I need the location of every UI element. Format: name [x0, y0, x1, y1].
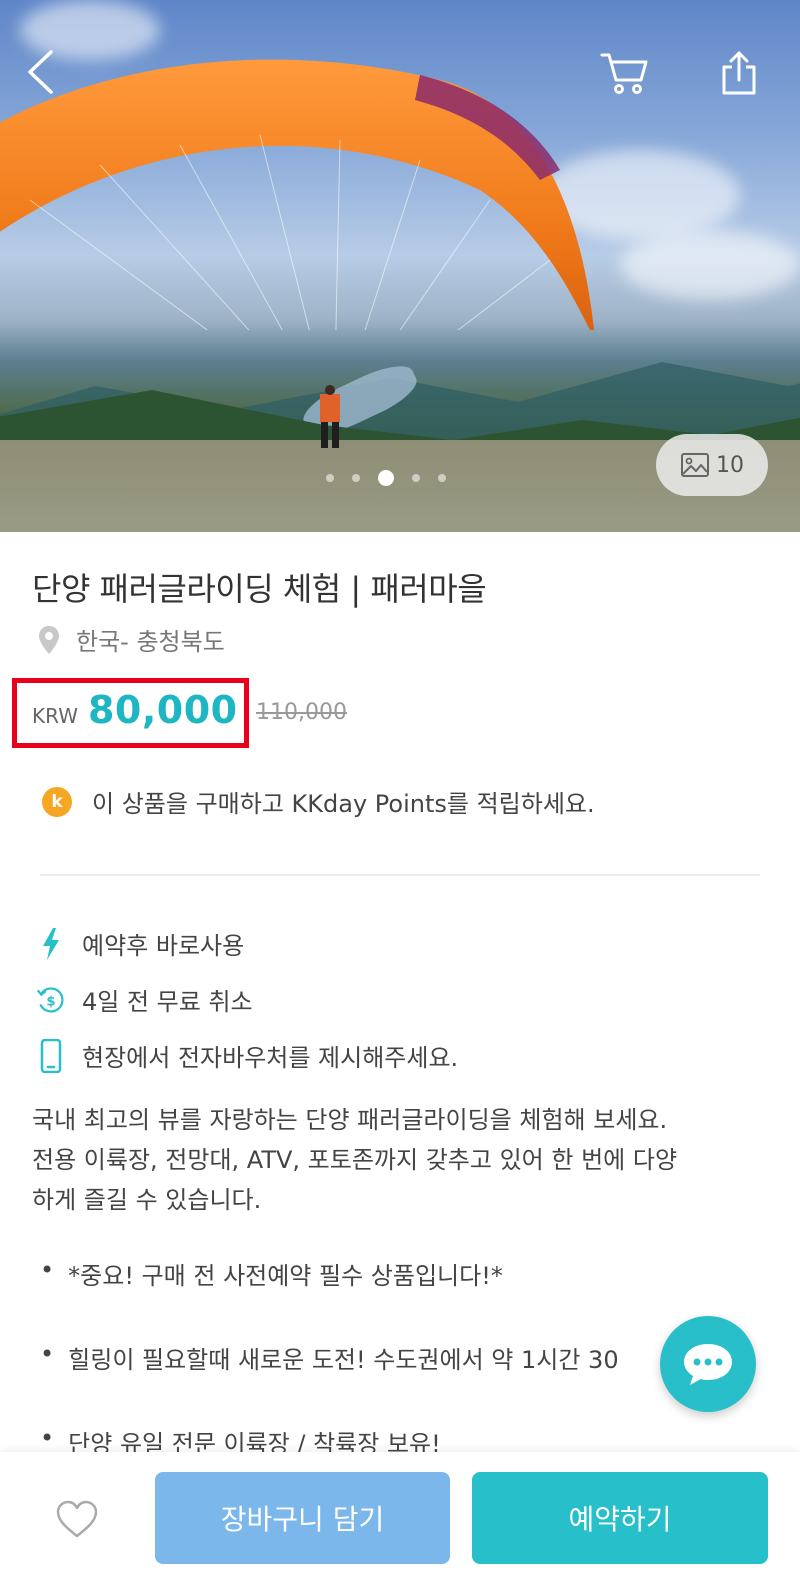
feature-label: 4일 전 무료 취소: [82, 988, 253, 1016]
feature-instant-use: 예약후 바로사용: [36, 926, 244, 961]
points-text: 이 상품을 구매하고 KKday Points를 적립하세요.: [92, 790, 595, 818]
carousel-indicator[interactable]: [326, 470, 446, 486]
carousel-dot[interactable]: [412, 474, 420, 482]
carousel-dot-active[interactable]: [378, 470, 394, 486]
price: KRW 80,000: [32, 688, 238, 732]
book-now-button[interactable]: 예약하기: [472, 1472, 768, 1564]
back-button[interactable]: [18, 44, 62, 100]
chat-bubble-icon: [684, 1344, 732, 1385]
description-line: 전용 이륙장, 전망대, ATV, 포토존까지 갖추고 있어 한 번에 다양: [32, 1146, 678, 1174]
chevron-left-icon: [28, 50, 53, 94]
carousel-dot[interactable]: [352, 474, 360, 482]
wishlist-button[interactable]: [54, 1498, 100, 1540]
location: 한국- 충청북도: [38, 622, 225, 657]
currency-label: KRW: [32, 704, 78, 728]
heart-icon: [56, 1500, 98, 1538]
lightning-icon: [36, 927, 66, 961]
product-description: 국내 최고의 뷰를 자랑하는 단양 패러글라이딩을 체험해 보세요. 전용 이륙…: [32, 1100, 772, 1220]
bottom-action-bar: 장바구니 담기 예약하기: [0, 1452, 800, 1581]
original-price: 110,000: [256, 700, 347, 725]
share-button[interactable]: [714, 46, 764, 100]
chat-button[interactable]: [660, 1316, 756, 1412]
carousel-dot[interactable]: [438, 474, 446, 482]
description-line: 국내 최고의 뷰를 자랑하는 단양 패러글라이딩을 체험해 보세요.: [32, 1106, 668, 1134]
description-line: 하게 즐길 수 있습니다.: [32, 1186, 262, 1214]
divider: [40, 874, 760, 876]
feature-label: 현장에서 전자바우처를 제시해주세요.: [82, 1044, 459, 1072]
svg-text:$: $: [46, 994, 55, 1009]
paragliders: [320, 385, 340, 448]
carousel-dot[interactable]: [326, 474, 334, 482]
bullet-dot: •: [40, 1340, 55, 1368]
hero-image[interactable]: 10: [0, 0, 800, 532]
add-to-cart-button[interactable]: 장바구니 담기: [155, 1472, 450, 1564]
sale-price: 80,000: [87, 688, 238, 732]
share-icon: [722, 51, 756, 95]
bullet-dot: •: [40, 1256, 55, 1284]
product-title: 단양 패러글라이딩 체험 | 패러마을: [32, 570, 487, 608]
image-icon: [681, 453, 709, 477]
location-label: 한국- 충청북도: [76, 628, 225, 656]
feature-label: 예약후 바로사용: [82, 932, 245, 960]
paraglider-canopy: [0, 59, 594, 330]
cart-button[interactable]: [596, 46, 652, 100]
list-item: • *중요! 구매 전 사전예약 필수 상품입니다!*: [40, 1256, 503, 1291]
feature-e-voucher: 현장에서 전자바우처를 제시해주세요.: [36, 1038, 458, 1073]
points-notice: k 이 상품을 구매하고 KKday Points를 적립하세요.: [42, 784, 595, 819]
photo-gallery-button[interactable]: 10: [656, 434, 768, 496]
photo-count-label: 10: [716, 452, 744, 478]
bullet-text: *중요! 구매 전 사전예약 필수 상품입니다!*: [68, 1262, 503, 1290]
location-pin-icon: [39, 625, 59, 654]
kkday-coin-icon: k: [42, 786, 72, 817]
cart-icon: [600, 53, 648, 94]
list-item: • 힐링이 필요할때 새로운 도전! 수도권에서 약 1시간 30: [40, 1340, 619, 1375]
feature-free-cancel: $ 4일 전 무료 취소: [36, 982, 253, 1017]
cloud: [620, 230, 800, 300]
bullet-text: 힐링이 필요할때 새로운 도전! 수도권에서 약 1시간 30: [68, 1346, 619, 1374]
phone-icon: [36, 1038, 66, 1073]
refund-dollar-icon: $: [36, 983, 66, 1017]
